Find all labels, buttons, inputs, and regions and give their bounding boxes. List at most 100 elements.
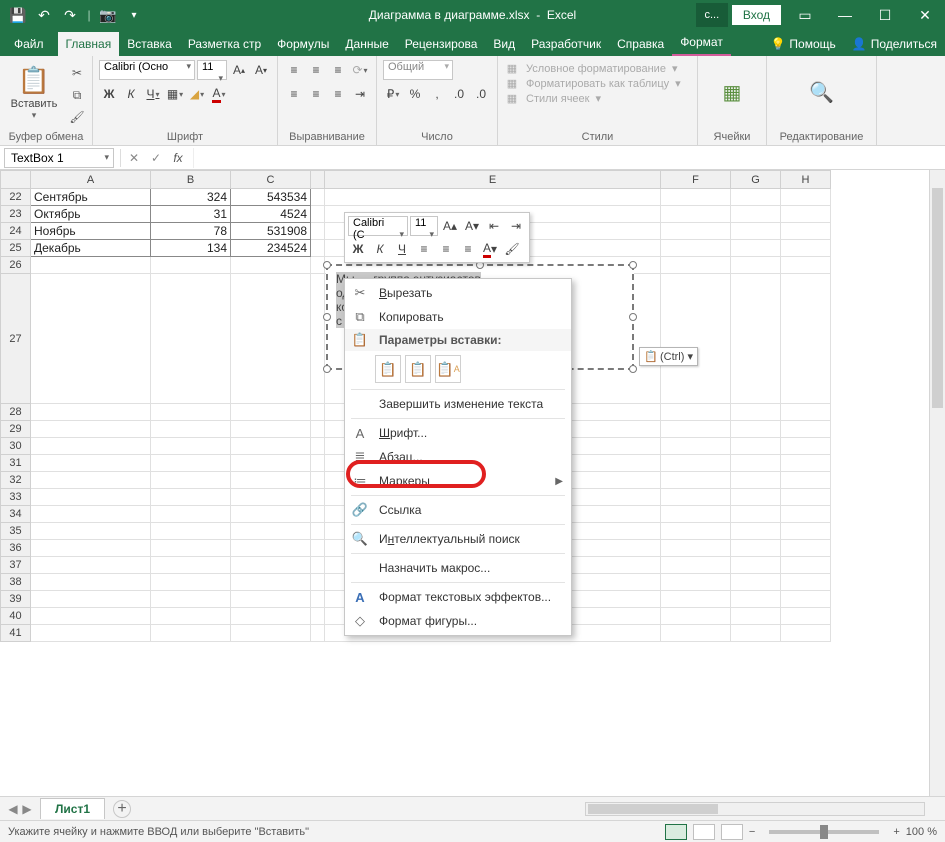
tab-formulas[interactable]: Формулы	[269, 32, 337, 56]
align-center-icon[interactable]: ≡	[306, 84, 326, 104]
cell[interactable]: Сентябрь	[31, 189, 151, 206]
comma-format-icon[interactable]: ,	[427, 84, 447, 104]
resize-handle[interactable]	[629, 313, 637, 321]
save-pending-icon[interactable]: с...	[696, 3, 728, 27]
mini-align-right-icon[interactable]: ≡	[458, 239, 478, 259]
camera-icon[interactable]: 📷	[96, 3, 120, 27]
col-header-e[interactable]: E	[325, 171, 661, 189]
resize-handle[interactable]	[323, 261, 331, 269]
tell-me-button[interactable]: 💡Помощь	[762, 32, 843, 56]
sheet-tab-1[interactable]: Лист1	[40, 798, 105, 819]
tab-developer[interactable]: Разработчик	[523, 32, 609, 56]
mini-italic-button[interactable]: К	[370, 239, 390, 259]
col-header-c[interactable]: C	[231, 171, 311, 189]
col-header-g[interactable]: G	[731, 171, 781, 189]
align-bottom-icon[interactable]: ≡	[328, 60, 348, 80]
row-header[interactable]: 34	[1, 506, 31, 523]
enter-formula-icon[interactable]: ✓	[145, 151, 167, 165]
row-header[interactable]: 25	[1, 240, 31, 257]
row-header[interactable]: 33	[1, 489, 31, 506]
zoom-thumb[interactable]	[820, 825, 828, 839]
row-header[interactable]: 28	[1, 404, 31, 421]
cell[interactable]: Декабрь	[31, 240, 151, 257]
cell[interactable]: 531908	[231, 223, 311, 240]
row-header[interactable]: 35	[1, 523, 31, 540]
view-normal-icon[interactable]	[665, 824, 687, 840]
hscroll-thumb[interactable]	[588, 804, 718, 814]
paste-button[interactable]: 📋 Вставить ▾	[6, 60, 62, 126]
table-row[interactable]: 22Сентябрь324543534	[1, 189, 831, 206]
save-icon[interactable]: 💾	[6, 3, 30, 27]
row-header[interactable]: 40	[1, 608, 31, 625]
maximize-button[interactable]: ☐	[865, 0, 905, 30]
decrease-decimal-icon[interactable]: .0	[471, 84, 491, 104]
cancel-formula-icon[interactable]: ✕	[123, 151, 145, 165]
vertical-scrollbar[interactable]	[929, 170, 945, 796]
name-box[interactable]: TextBox 1	[4, 148, 114, 168]
ctx-cut[interactable]: ✂ВВырезатьырезать	[345, 281, 571, 305]
tab-home[interactable]: Главная	[58, 32, 120, 56]
row-header[interactable]: 31	[1, 455, 31, 472]
ctx-copy[interactable]: ⧉Копировать	[345, 305, 571, 329]
close-button[interactable]: ✕	[905, 0, 945, 30]
view-page-layout-icon[interactable]	[693, 824, 715, 840]
ctx-link[interactable]: 🔗Ссылка	[345, 498, 571, 522]
sheet-nav[interactable]: ◀▶	[0, 802, 40, 816]
tab-data[interactable]: Данные	[337, 32, 396, 56]
mini-increase-font-icon[interactable]: A▴	[440, 216, 460, 236]
scroll-thumb[interactable]	[932, 188, 943, 408]
select-all-corner[interactable]	[1, 171, 31, 189]
cells-button[interactable]: ▦	[704, 60, 760, 126]
zoom-slider[interactable]	[769, 830, 879, 834]
ctx-bullets[interactable]: ≔Маркеры▶	[345, 469, 571, 493]
col-header-h[interactable]: H	[781, 171, 831, 189]
paste-keep-source-icon[interactable]: 📋	[375, 355, 401, 383]
cell-styles-button[interactable]: ▦Стили ячеек ▾	[504, 92, 601, 105]
row-header[interactable]: 36	[1, 540, 31, 557]
row-header[interactable]: 22	[1, 189, 31, 206]
find-button[interactable]: 🔍	[794, 60, 850, 126]
format-as-table-button[interactable]: ▦Форматировать как таблицу ▾	[504, 77, 681, 90]
tab-file[interactable]: Файл	[0, 32, 58, 56]
zoom-level[interactable]: 100 %	[906, 826, 937, 838]
resize-handle[interactable]	[629, 365, 637, 373]
font-size-select[interactable]: 11	[197, 60, 227, 80]
row-header[interactable]: 30	[1, 438, 31, 455]
zoom-in-icon[interactable]: +	[893, 826, 899, 838]
formula-input[interactable]	[193, 148, 945, 168]
mini-font-color-icon[interactable]: A▾	[480, 239, 500, 259]
italic-button[interactable]: К	[121, 84, 141, 104]
cell[interactable]: 543534	[231, 189, 311, 206]
increase-decimal-icon[interactable]: .0	[449, 84, 469, 104]
cell[interactable]: Октябрь	[31, 206, 151, 223]
align-right-icon[interactable]: ≡	[328, 84, 348, 104]
row-header[interactable]: 23	[1, 206, 31, 223]
paste-merge-icon[interactable]: 📋	[405, 355, 431, 383]
row-header[interactable]: 38	[1, 574, 31, 591]
minimize-button[interactable]: —	[825, 0, 865, 30]
col-header-b[interactable]: B	[151, 171, 231, 189]
font-color-button[interactable]: A	[209, 84, 229, 104]
mini-align-left-icon[interactable]: ≡	[414, 239, 434, 259]
ctx-paragraph[interactable]: ≣Абзац...	[345, 445, 571, 469]
horizontal-scrollbar[interactable]	[585, 802, 925, 816]
border-button[interactable]: ▦	[165, 84, 185, 104]
paste-options-button[interactable]: 📋(Ctrl) ▾	[639, 347, 698, 366]
ctx-smart-lookup[interactable]: 🔍Интеллектуальный поиск	[345, 527, 571, 551]
new-sheet-button[interactable]: +	[113, 800, 131, 818]
qat-more-icon[interactable]: ▾	[122, 3, 146, 27]
cell[interactable]: 4524	[231, 206, 311, 223]
mini-underline-button[interactable]: Ч	[392, 239, 412, 259]
tab-page-layout[interactable]: Разметка стр	[180, 32, 269, 56]
ctx-finish-text-edit[interactable]: Завершить изменение текста	[345, 392, 571, 416]
tab-help[interactable]: Справка	[609, 32, 672, 56]
decrease-font-icon[interactable]: A▾	[251, 60, 271, 80]
ctx-font[interactable]: AШрифт...	[345, 421, 571, 445]
undo-icon[interactable]: ↶	[32, 3, 56, 27]
cell[interactable]: 234524	[231, 240, 311, 257]
ctx-text-effects[interactable]: AФормат текстовых эффектов...	[345, 585, 571, 609]
row-header[interactable]: 37	[1, 557, 31, 574]
cell[interactable]: Ноябрь	[31, 223, 151, 240]
conditional-formatting-button[interactable]: ▦Условное форматирование ▾	[504, 62, 677, 75]
increase-font-icon[interactable]: A▴	[229, 60, 249, 80]
